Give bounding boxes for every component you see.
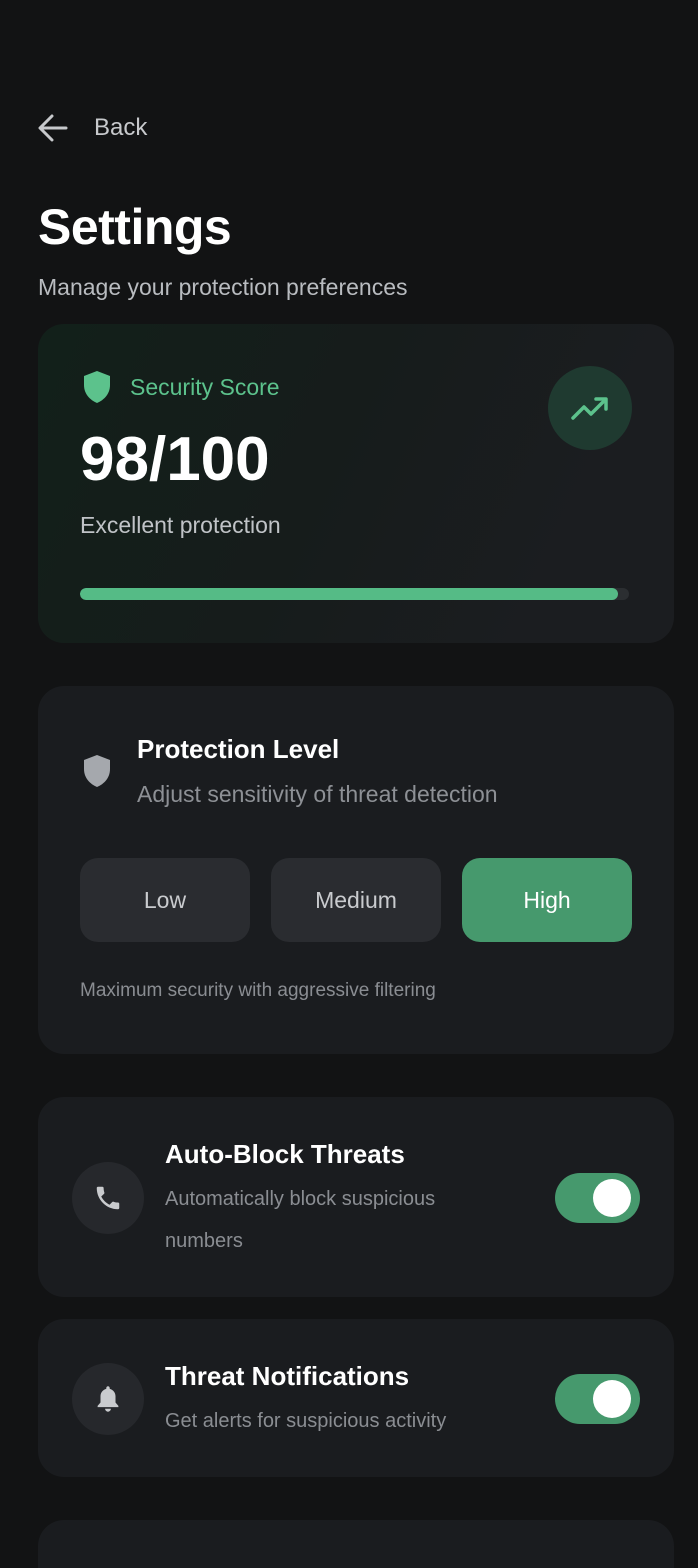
- security-score-value: 98/100: [80, 425, 270, 494]
- trend-button[interactable]: [548, 366, 632, 450]
- security-score-progress: [80, 588, 629, 600]
- toggle-knob: [593, 1380, 631, 1418]
- setting-card-partial: [38, 1520, 674, 1568]
- protection-level-note: Maximum security with aggressive filteri…: [80, 980, 436, 1001]
- trending-up-icon: [571, 397, 608, 420]
- security-score-label: Security Score: [130, 373, 280, 400]
- security-score-description: Excellent protection: [80, 512, 281, 538]
- back-button[interactable]: Back: [36, 108, 147, 148]
- threat-notifications-toggle[interactable]: [555, 1374, 640, 1424]
- setting-auto-block: Auto-Block Threats Automatically block s…: [38, 1097, 674, 1297]
- back-label: Back: [94, 114, 148, 141]
- setting-threat-notifications: Threat Notifications Get alerts for susp…: [38, 1319, 674, 1477]
- protection-level-description: Adjust sensitivity of threat detection: [137, 781, 498, 807]
- protection-level-options: Low Medium High: [80, 858, 632, 942]
- bell-icon: [97, 1386, 119, 1412]
- bell-icon-container: [72, 1363, 144, 1435]
- level-option-low[interactable]: Low: [80, 858, 250, 942]
- phone-icon-container: [72, 1162, 144, 1234]
- setting-description: Automatically block suspicious numbers: [165, 1188, 436, 1252]
- setting-title: Threat Notifications: [165, 1361, 410, 1391]
- protection-level-title: Protection Level: [137, 734, 340, 764]
- security-score-progress-fill: [80, 588, 619, 600]
- phone-icon: [96, 1186, 120, 1210]
- page-subtitle: Manage your protection preferences: [38, 274, 408, 300]
- page-title: Settings: [38, 199, 232, 255]
- shield-icon: [84, 755, 110, 787]
- arrow-left-icon: [38, 114, 68, 142]
- toggle-knob: [593, 1179, 631, 1217]
- protection-level-card: Protection Level Adjust sensitivity of t…: [38, 686, 674, 1054]
- setting-title: Auto-Block Threats: [165, 1139, 405, 1169]
- setting-description: Get alerts for suspicious activity: [165, 1410, 447, 1432]
- level-option-medium[interactable]: Medium: [271, 858, 441, 942]
- level-option-high[interactable]: High: [462, 858, 632, 942]
- shield-icon: [84, 371, 110, 403]
- security-score-card: Security Score 98/100 Excellent protecti…: [38, 324, 674, 643]
- settings-screen: Back Settings Manage your protection pre…: [0, 0, 698, 1568]
- auto-block-toggle[interactable]: [555, 1173, 640, 1223]
- security-score-header: Security Score: [82, 370, 280, 404]
